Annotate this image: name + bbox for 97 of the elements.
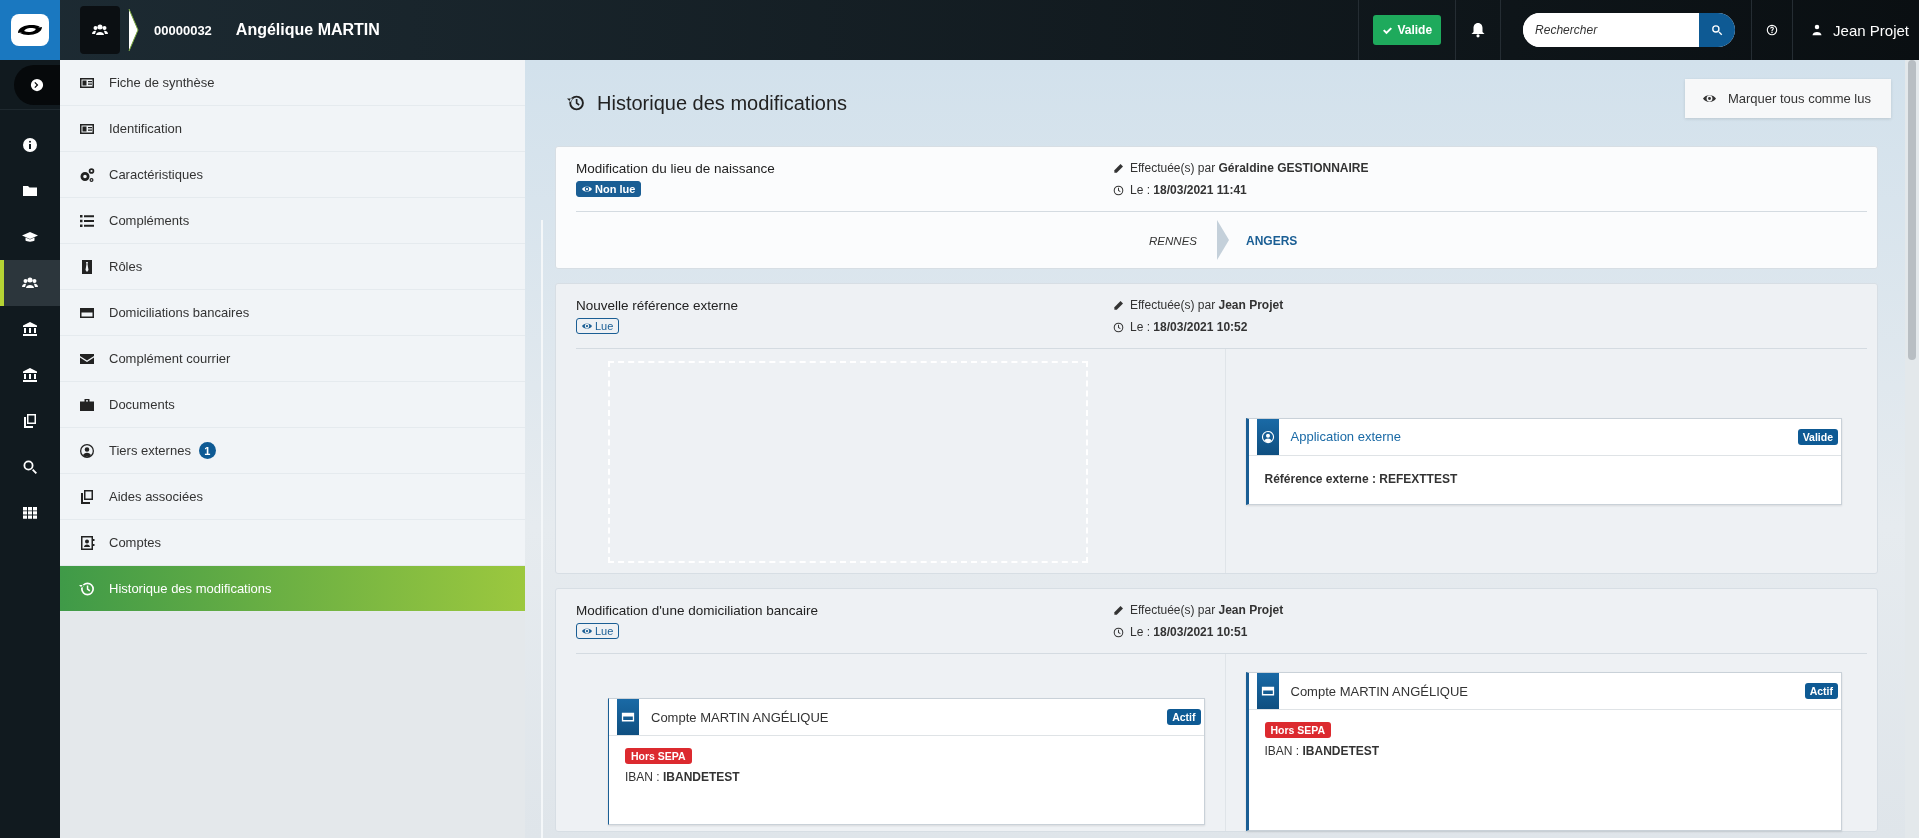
read-status-badge: Non lue [576,181,642,197]
people-icon [92,22,108,38]
sidebar-label: Comptes [109,535,162,550]
tie-icon [79,258,95,275]
read-status-badge: Lue [576,623,620,639]
search-icon [22,459,38,475]
status-badge: Actif [1804,683,1838,699]
sidebar-item[interactable]: Compléments [60,198,525,244]
eye-icon [582,626,592,636]
card-title: Application externe [1289,429,1403,444]
card-line: IBAN : IBANDETEST [625,770,740,784]
scrollbar[interactable] [1905,60,1919,838]
user-icon [1811,24,1824,36]
gears-icon [79,166,95,183]
eye-icon [582,184,592,194]
rail-button[interactable] [0,260,60,306]
sidebar-item[interactable]: Complément courrier [60,336,525,382]
sidebar-item[interactable]: Documents [60,382,525,428]
eye-icon [582,321,592,331]
folder-icon [22,183,38,199]
record-number: 00000032 [154,22,212,38]
sidebar-item[interactable]: Identification [60,106,525,152]
breadcrumb-separator [128,8,140,52]
date-text: Le : 18/03/2021 10:51 [1130,625,1248,639]
sidebar-label: Rôles [109,259,143,274]
history-icon [567,94,585,112]
read-status-badge: Lue [576,318,620,334]
sidebar-item[interactable]: Domiciliations bancaires [60,290,525,336]
contact-icon [79,534,95,551]
list-icon [79,212,95,229]
sidebar-item[interactable]: Caractéristiques [60,152,525,198]
sidebar-item[interactable]: Tiers externes 1 [60,428,525,474]
sidebar-label: Aides associées [109,489,203,504]
search-button[interactable] [1699,13,1736,47]
new-value: ANGERS [1246,234,1298,248]
person-name: Angélique MARTIN [235,21,380,39]
sepa-tag: Hors SEPA [625,748,692,764]
author-text: Effectuée(s) par Jean Projet [1130,298,1284,312]
page-title: Historique des modifications [597,91,848,115]
sidebar-item[interactable]: Comptes [60,520,525,566]
sidebar-label: Compléments [109,213,190,228]
bell-icon[interactable] [1470,22,1487,38]
sidebar-label: Tiers externes [109,443,191,458]
sidebar-label: Historique des modifications [109,581,272,596]
sidebar-label: Fiche de synthèse [109,75,215,90]
search-field[interactable]: Rechercher [1523,13,1736,47]
briefcase-icon [79,396,95,413]
pencil-icon [1113,162,1124,174]
sidebar-label: Caractéristiques [109,167,203,182]
sidebar-label: Domiciliations bancaires [109,305,250,320]
clock-icon [1113,184,1124,196]
old-value: RENNES [1149,235,1197,247]
mark-all-read-button[interactable]: Marquer tous comme lus [1684,78,1891,118]
sidebar-item[interactable]: Fiche de synthèse [60,60,525,106]
search-icon [1711,24,1724,36]
help-icon[interactable] [1766,24,1779,36]
sepa-tag: Hors SEPA [1264,722,1332,738]
sidebar-label: Complément courrier [109,351,231,366]
author-text: Effectuée(s) par Géraldine GESTIONNAIRE [1130,161,1369,175]
sidebar-item[interactable]: Aides associées [60,474,525,520]
grid-icon [22,505,38,521]
users-icon [22,275,38,291]
card-line: IBAN : IBANDETEST [1264,744,1380,758]
card-line: Référence externe : REFEXTTEST [1264,471,1458,486]
info-icon [22,137,38,153]
bank-icon [22,367,38,383]
pencil-icon [1113,604,1124,616]
card-title: Compte MARTIN ANGÉLIQUE [650,709,830,725]
sidebar-label: Identification [109,121,182,136]
arrow-separator [1217,218,1229,262]
bank-icon [22,321,38,337]
credit-card-icon [1260,684,1275,698]
pencil-icon [1113,299,1124,311]
people-button[interactable] [80,6,120,54]
clock-icon [1113,626,1124,638]
user-menu[interactable]: Jean Projet [1807,15,1913,45]
copies-icon [22,413,38,429]
copies-icon [79,488,95,505]
status-badge: Valide [1797,428,1838,445]
history-icon [79,580,95,597]
author-text: Effectuée(s) par Jean Projet [1130,603,1284,617]
usercircle-icon [79,442,95,459]
app-logo[interactable] [0,0,60,60]
clock-icon [1113,321,1124,333]
sidebar-label: Documents [109,397,175,412]
credit-card-icon [621,710,635,724]
chevron-right-icon [30,77,44,92]
card-title: Compte MARTIN ANGÉLIQUE [1289,683,1469,699]
date-text: Le : 18/03/2021 10:52 [1130,320,1248,334]
count-badge: 1 [198,442,216,459]
status-badge: Actif [1167,709,1201,725]
sidebar-item[interactable]: Rôles [60,244,525,290]
cap-icon [22,229,38,245]
change-title: Modification d'une domiciliation bancaire [576,603,818,618]
date-text: Le : 18/03/2021 11:41 [1130,183,1247,197]
change-title: Nouvelle référence externe [576,298,739,313]
change-title: Modification du lieu de naissance [576,161,775,176]
